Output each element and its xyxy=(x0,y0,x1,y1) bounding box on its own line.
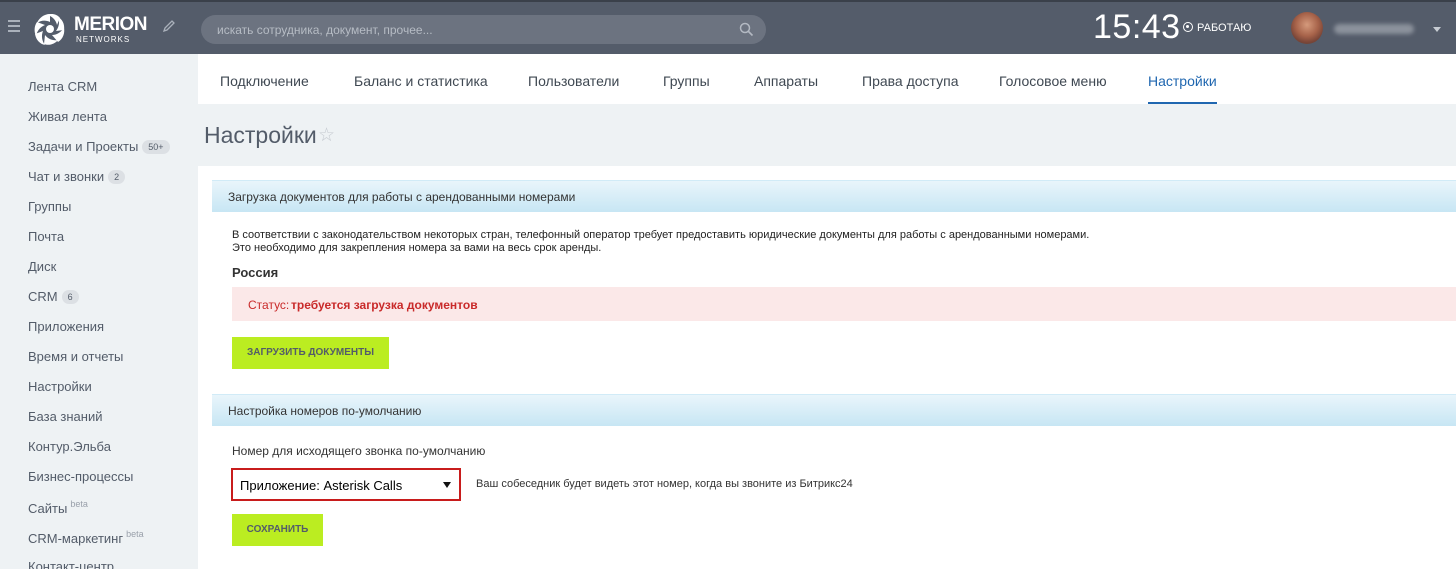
content-area: Загрузка документов для работы с арендов… xyxy=(198,166,1456,569)
chevron-down-icon[interactable] xyxy=(1433,27,1441,32)
sidebar-item-kontur-elba[interactable]: Контур.Эльба xyxy=(28,439,111,459)
sidebar-item-label: Время и отчеты xyxy=(28,349,124,364)
sidebar-item-label: Настройки xyxy=(28,379,92,394)
sidebar-item-label: CRM-маркетинг xyxy=(28,531,124,546)
sidebar-item-tasks[interactable]: Задачи и Проекты 50+ xyxy=(28,139,170,159)
sidebar-item-label: База знаний xyxy=(28,409,103,424)
sidebar-item-label: Живая лента xyxy=(28,109,107,124)
sidebar-item-crm[interactable]: CRM 6 xyxy=(28,289,79,309)
work-status-icon xyxy=(1183,22,1193,32)
sidebar-item-sites[interactable]: Сайты beta xyxy=(28,499,88,519)
sidebar-item-knowledge-base[interactable]: База знаний xyxy=(28,409,103,429)
logo-mark-icon xyxy=(34,14,65,45)
status-alert: Статус: требуется загрузка документов xyxy=(232,287,1456,321)
avatar[interactable] xyxy=(1291,12,1323,44)
sidebar-item-crm-marketing[interactable]: CRM-маркетинг beta xyxy=(28,529,144,549)
page-title: Настройки xyxy=(204,122,317,148)
default-number-label: Номер для исходящего звонка по-умолчанию xyxy=(232,444,486,458)
tab-access-rights[interactable]: Права доступа xyxy=(862,73,958,89)
menu-icon[interactable] xyxy=(8,20,20,32)
sidebar-item-label: Почта xyxy=(28,229,65,244)
sidebar-item-crm-feed[interactable]: Лента CRM xyxy=(28,79,97,99)
sidebar-item-label: Контакт-центр xyxy=(28,559,115,569)
star-icon[interactable]: ☆ xyxy=(318,124,335,147)
logo-text: MERION xyxy=(74,14,148,35)
top-bar: MERION NETWORKS 15:43 РАБОТАЮ xyxy=(0,0,1456,54)
docs-description-line1: В соответствии с законодательством некот… xyxy=(232,229,1090,241)
sidebar-item-disk[interactable]: Диск xyxy=(28,259,56,279)
default-number-select[interactable]: Приложение: Asterisk Calls xyxy=(231,468,461,501)
search-icon[interactable] xyxy=(739,22,754,37)
sidebar-item-label: Бизнес-процессы xyxy=(28,469,134,484)
sidebar-item-label: Диск xyxy=(28,259,57,274)
work-status-button[interactable]: РАБОТАЮ xyxy=(1183,22,1251,34)
sidebar-item-settings[interactable]: Настройки xyxy=(28,379,92,399)
tab-connection[interactable]: Подключение xyxy=(220,73,309,89)
sidebar: Лента CRM Живая лента Задачи и Проекты 50… xyxy=(0,54,198,569)
numbers-section-header: Настройка номеров по-умолчанию xyxy=(212,394,1456,426)
sidebar-item-label: Задачи и Проекты xyxy=(28,139,139,154)
docs-section-header: Загрузка документов для работы с арендов… xyxy=(212,180,1456,212)
beta-label: beta xyxy=(70,499,88,509)
tab-balance-stats[interactable]: Баланс и статистика xyxy=(354,73,488,89)
sidebar-item-business-processes[interactable]: Бизнес-процессы xyxy=(28,469,133,489)
search-input[interactable] xyxy=(217,15,717,44)
sidebar-item-label: Контур.Эльба xyxy=(28,439,111,454)
sidebar-item-apps[interactable]: Приложения xyxy=(28,319,104,339)
sidebar-item-live-feed[interactable]: Живая лента xyxy=(28,109,107,129)
pencil-icon[interactable] xyxy=(162,19,176,33)
tab-settings[interactable]: Настройки xyxy=(1148,73,1217,89)
status-value: требуется загрузка документов xyxy=(291,298,478,312)
logo[interactable]: MERION NETWORKS xyxy=(30,10,175,48)
sidebar-item-mail[interactable]: Почта xyxy=(28,229,64,249)
tab-groups[interactable]: Группы xyxy=(663,73,710,89)
select-value: Приложение: Asterisk Calls xyxy=(240,478,403,493)
sidebar-item-label: Чат и звонки xyxy=(28,169,105,184)
search-bar xyxy=(201,15,766,44)
sidebar-item-label: Приложения xyxy=(28,319,105,334)
default-number-hint: Ваш собеседник будет видеть этот номер, … xyxy=(476,478,853,490)
numbers-section-title: Настройка номеров по-умолчанию xyxy=(228,404,422,418)
sidebar-item-label: CRM xyxy=(28,289,58,304)
docs-description-line2: Это необходимо для закрепления номера за… xyxy=(232,242,602,254)
clock[interactable]: 15:43 xyxy=(1093,8,1181,47)
main-area: Подключение Баланс и статистика Пользова… xyxy=(198,54,1456,569)
page-header: Настройки ☆ xyxy=(198,104,1456,166)
sidebar-item-contact-center[interactable]: Контакт-центр xyxy=(28,559,114,569)
docs-section-title: Загрузка документов для работы с арендов… xyxy=(228,190,576,204)
counter-badge: 2 xyxy=(108,170,126,184)
tab-voice-menu[interactable]: Голосовое меню xyxy=(999,73,1107,89)
sidebar-item-label: Лента CRM xyxy=(28,79,98,94)
counter-badge: 50+ xyxy=(142,140,170,154)
counter-badge: 6 xyxy=(61,290,79,304)
sidebar-item-groups[interactable]: Группы xyxy=(28,199,71,219)
sidebar-item-time-reports[interactable]: Время и отчеты xyxy=(28,349,123,369)
country-name: Россия xyxy=(232,265,279,280)
tab-users[interactable]: Пользователи xyxy=(528,73,619,89)
user-name[interactable] xyxy=(1334,24,1414,34)
beta-label: beta xyxy=(126,529,144,539)
save-button[interactable]: СОХРАНИТЬ xyxy=(232,514,323,546)
sidebar-item-label: Сайты xyxy=(28,501,68,516)
tab-bar: Подключение Баланс и статистика Пользова… xyxy=(198,54,1456,104)
logo-subtext: NETWORKS xyxy=(76,35,131,44)
tab-devices[interactable]: Аппараты xyxy=(754,73,818,89)
work-status-label: РАБОТАЮ xyxy=(1197,22,1252,34)
dropdown-arrow-icon xyxy=(443,482,451,488)
upload-documents-button[interactable]: ЗАГРУЗИТЬ ДОКУМЕНТЫ xyxy=(232,337,389,369)
status-label: Статус: xyxy=(248,298,290,312)
sidebar-item-label: Группы xyxy=(28,199,72,214)
sidebar-item-chat[interactable]: Чат и звонки 2 xyxy=(28,169,126,189)
